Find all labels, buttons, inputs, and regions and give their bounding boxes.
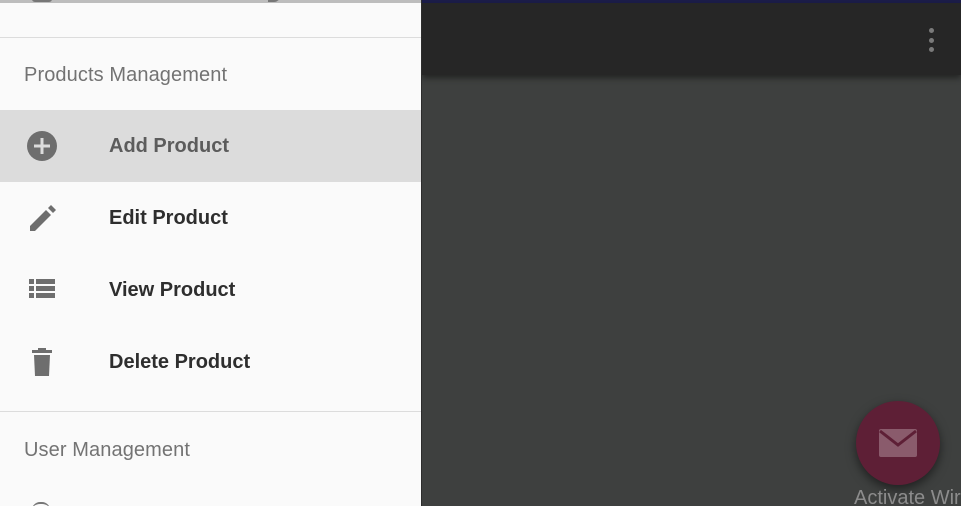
menu-item-label: Add Product — [109, 134, 229, 157]
list-icon — [24, 272, 60, 308]
mail-icon — [879, 429, 917, 457]
drawer-top-divider — [0, 0, 421, 3]
menu-item-label: View Product — [109, 278, 236, 301]
menu-item-label: Delete Product — [109, 350, 251, 373]
more-vert-icon[interactable] — [921, 25, 941, 55]
divider — [0, 37, 421, 38]
divider — [0, 411, 421, 412]
partial-icon — [32, 502, 50, 506]
menu-item-add-product[interactable]: Add Product — [0, 110, 421, 182]
trash-icon — [24, 344, 60, 380]
section-header-user-management: User Management — [24, 439, 191, 461]
menu-item-edit-product[interactable]: Edit Product — [0, 182, 421, 254]
mail-fab-button[interactable] — [856, 401, 940, 485]
activation-watermark: Activate Wir — [854, 487, 961, 506]
menu-item-label: Edit Product — [109, 206, 228, 229]
menu-item-delete-product[interactable]: Delete Product — [0, 326, 421, 398]
menu-item-view-product[interactable]: View Product — [0, 254, 421, 326]
pencil-icon — [24, 200, 60, 236]
app-toolbar — [422, 3, 961, 75]
partial-icon — [32, 0, 52, 2]
section-header-products-management: Products Management — [24, 64, 228, 86]
navigation-drawer: Products Management Add Product Edit Pro… — [0, 0, 422, 506]
add-circle-icon — [24, 128, 60, 164]
